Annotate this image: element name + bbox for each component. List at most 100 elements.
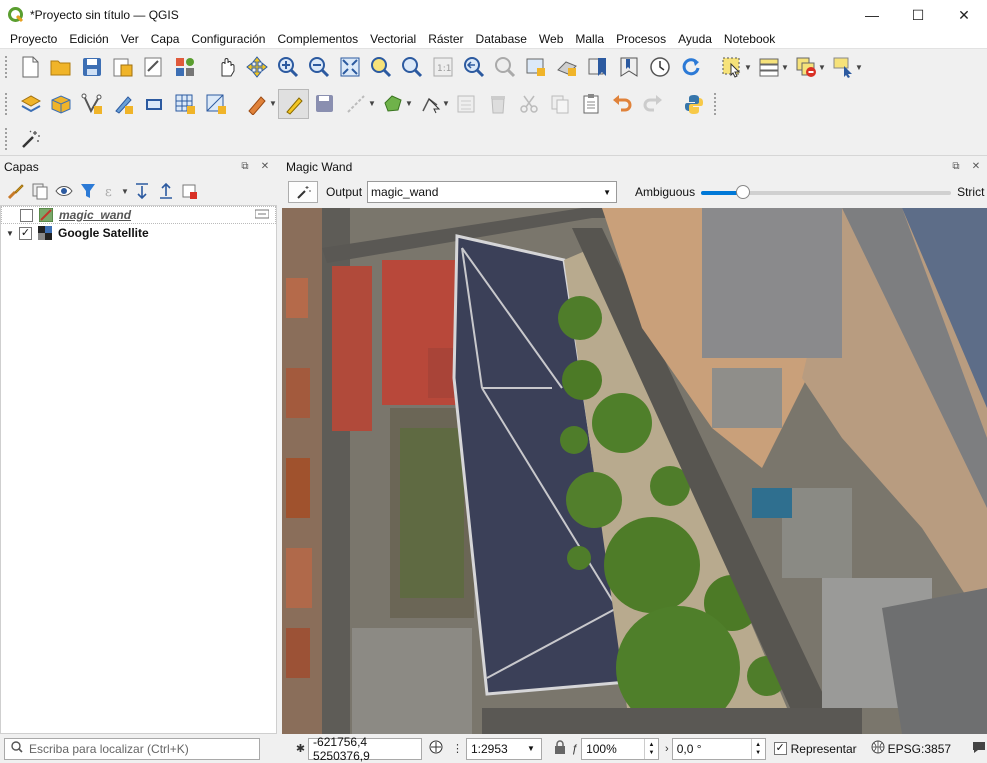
close-panel-icon[interactable]: ✕	[969, 160, 983, 174]
zoom-out-icon[interactable]	[303, 52, 334, 82]
maximize-button[interactable]: ☐	[895, 0, 941, 30]
layer-item-magic-wand[interactable]: magic_wand	[1, 206, 276, 224]
expand-all-icon[interactable]	[130, 176, 154, 206]
python-console-icon[interactable]	[678, 89, 709, 119]
magnifier-spinner[interactable]: ▲ ▼	[644, 738, 658, 759]
zoom-to-selection-icon[interactable]	[365, 52, 396, 82]
crs-globe-icon[interactable]	[871, 740, 885, 757]
toolbar-grip[interactable]	[713, 91, 717, 116]
zoom-to-layer-icon[interactable]	[396, 52, 427, 82]
pan-map-icon[interactable]	[210, 52, 241, 82]
zoom-in-icon[interactable]	[272, 52, 303, 82]
expand-arrow-icon[interactable]: ▼	[1, 229, 19, 238]
menu-database[interactable]: Database	[470, 30, 533, 48]
toolbar-grip[interactable]	[4, 55, 8, 79]
current-edits-dropdown-icon[interactable]: ▼	[268, 89, 278, 119]
filter-legend-icon[interactable]	[76, 176, 100, 206]
zoom-full-icon[interactable]	[334, 52, 365, 82]
magic-wand-tool-icon[interactable]	[14, 124, 45, 154]
scale-select[interactable]: 1:2953 ▼	[465, 737, 542, 760]
new-print-layout-icon[interactable]	[107, 52, 138, 82]
menu-web[interactable]: Web	[533, 30, 569, 48]
magnifier-field[interactable]: 100% ▲ ▼	[581, 737, 660, 760]
zoom-last-icon[interactable]	[458, 52, 489, 82]
zoom-native-icon[interactable]: 1:1	[427, 52, 458, 82]
modify-attributes-icon[interactable]	[451, 89, 482, 119]
select-features-dropdown-icon[interactable]: ▼	[743, 52, 753, 82]
add-layer-icon[interactable]	[14, 89, 45, 119]
tolerance-slider[interactable]	[701, 182, 952, 202]
paste-features-icon[interactable]	[575, 89, 606, 119]
minimize-button[interactable]: —	[849, 0, 895, 30]
save-project-icon[interactable]	[76, 52, 107, 82]
digitize-dropdown-icon[interactable]: ▼	[367, 89, 377, 119]
messages-icon[interactable]	[971, 739, 987, 758]
menu-capa[interactable]: Capa	[145, 30, 186, 48]
close-window-button[interactable]: ✕	[941, 0, 987, 30]
output-layer-select[interactable]: magic_wand ▼	[367, 181, 618, 203]
menu-ayuda[interactable]: Ayuda	[672, 30, 718, 48]
layout-manager-icon[interactable]	[138, 52, 169, 82]
tolerance-slider-handle[interactable]	[736, 185, 751, 199]
toggle-editing-icon[interactable]	[278, 88, 309, 119]
menu-vectorial[interactable]: Vectorial	[364, 30, 422, 48]
toolbar-grip[interactable]	[4, 91, 8, 116]
temporal-controller-icon[interactable]	[644, 52, 675, 82]
menu-raster[interactable]: Ráster	[422, 30, 469, 48]
delete-selected-icon[interactable]	[482, 89, 513, 119]
deselect-dropdown-icon[interactable]: ▼	[817, 52, 827, 82]
identify-dropdown-icon[interactable]: ▼	[854, 52, 864, 82]
toolbar-grip[interactable]	[4, 126, 8, 151]
add-wms-layer-icon[interactable]	[138, 89, 169, 119]
menu-configuracion[interactable]: Configuración	[185, 30, 271, 48]
redo-icon[interactable]	[637, 89, 668, 119]
menu-proyecto[interactable]: Proyecto	[4, 30, 63, 48]
add-raster-layer-icon[interactable]	[169, 89, 200, 119]
locator-search-input[interactable]: Escriba para localizar (Ctrl+K)	[4, 737, 260, 760]
show-bookmarks-icon[interactable]	[613, 52, 644, 82]
add-group-icon[interactable]	[28, 176, 52, 206]
add-mesh-layer-icon[interactable]	[200, 89, 231, 119]
float-panel-icon[interactable]: ⧉	[949, 160, 963, 174]
manage-visibility-icon[interactable]	[52, 176, 76, 206]
render-checkbox[interactable]: ✓	[773, 742, 787, 755]
new-3d-map-view-icon[interactable]	[551, 52, 582, 82]
collapse-all-icon[interactable]	[154, 176, 178, 206]
new-project-icon[interactable]	[14, 52, 45, 82]
rotation-spinner[interactable]: ▲ ▼	[750, 738, 765, 759]
new-map-view-icon[interactable]	[520, 52, 551, 82]
select-by-attribute-dropdown-icon[interactable]: ▼	[780, 52, 790, 82]
filter-expression-dropdown-icon[interactable]: ▼	[120, 176, 130, 206]
layer-visibility-checkbox[interactable]: ✓	[19, 226, 32, 240]
new-bookmark-icon[interactable]	[582, 52, 613, 82]
save-layer-edits-icon[interactable]	[309, 89, 340, 119]
map-canvas[interactable]	[282, 208, 987, 734]
cut-features-icon[interactable]	[513, 89, 544, 119]
lock-scale-icon[interactable]	[554, 740, 566, 757]
menu-malla[interactable]: Malla	[569, 30, 610, 48]
layer-item-google-satellite[interactable]: ▼ ✓ Google Satellite	[1, 224, 276, 242]
copy-features-icon[interactable]	[544, 89, 575, 119]
style-manager-icon[interactable]	[169, 52, 200, 82]
float-panel-icon[interactable]: ⧉	[238, 160, 252, 174]
menu-ver[interactable]: Ver	[115, 30, 145, 48]
rotation-field[interactable]: 0,0 ° ▲ ▼	[671, 737, 766, 760]
menu-edicion[interactable]: Edición	[63, 30, 114, 48]
close-panel-icon[interactable]: ✕	[258, 160, 272, 174]
remove-layer-icon[interactable]	[178, 176, 202, 206]
style-panel-icon[interactable]	[4, 176, 28, 206]
add-package-layer-icon[interactable]	[45, 89, 76, 119]
zoom-next-icon[interactable]	[489, 52, 520, 82]
open-project-icon[interactable]	[45, 52, 76, 82]
coordinate-field[interactable]: -621756,4 5250376,9	[308, 735, 422, 763]
toggle-extents-icon[interactable]	[428, 739, 444, 758]
menu-notebook[interactable]: Notebook	[718, 30, 781, 48]
layer-visibility-checkbox[interactable]	[20, 208, 33, 222]
menu-complementos[interactable]: Complementos	[271, 30, 364, 48]
undo-icon[interactable]	[606, 89, 637, 119]
magic-wand-button[interactable]	[288, 181, 318, 203]
refresh-icon[interactable]	[675, 52, 706, 82]
pan-to-selection-icon[interactable]	[241, 52, 272, 82]
menu-procesos[interactable]: Procesos	[610, 30, 672, 48]
crs-button[interactable]: EPSG:3857	[888, 742, 951, 756]
